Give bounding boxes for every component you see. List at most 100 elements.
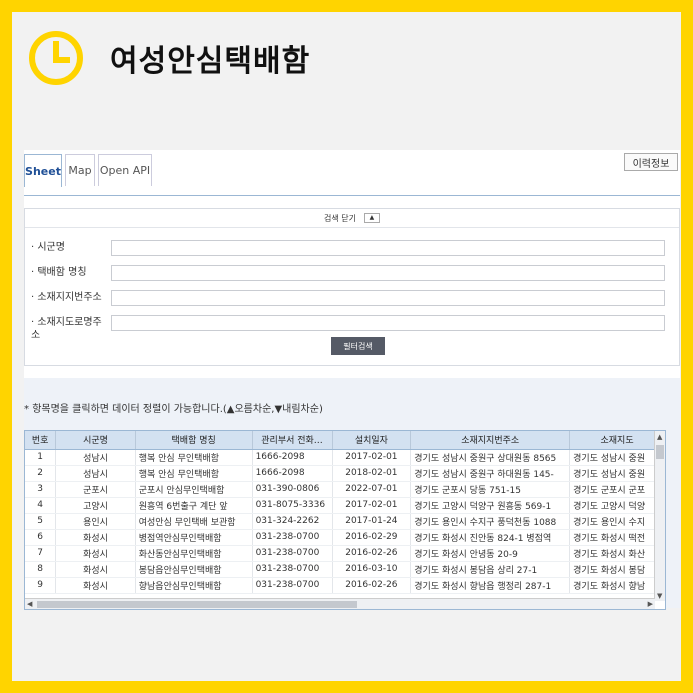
table-row[interactable]: 1 성남시 행복 안심 무인택배함 1666-2098 2017-02-01 경기도 성남… <box>25 449 665 466</box>
table-cell: 2016-03-10 <box>332 561 412 578</box>
table-cell: 031-238-0700 <box>252 561 333 578</box>
table-cell: 1 <box>25 449 57 466</box>
table-row[interactable]: 9 화성시 향남읍안심무인택배함 031-238-0700 2016-02-26 경기도 … <box>25 577 665 594</box>
data-table: 번호 시군명 택배함 명칭 관리부서 전화… 설치일자 소재지지번주소 소재지도… <box>25 431 665 594</box>
tab-bar: Sheet Map Open API 이력정보 <box>24 150 680 196</box>
lot-address-input[interactable] <box>111 290 665 306</box>
column-header[interactable]: 택배함 명칭 <box>135 431 253 450</box>
table-cell: 031-238-0700 <box>252 545 333 562</box>
field-row-city: · 시군명 <box>31 241 106 254</box>
table-cell: 2017-02-01 <box>332 449 412 466</box>
tab-open-api[interactable]: Open API <box>98 154 152 186</box>
column-header[interactable]: 소재지지번주소 <box>410 431 571 450</box>
table-cell: 원흥역 6번출구 계단 앞 <box>135 497 253 514</box>
table-cell: 2017-01-24 <box>332 513 412 530</box>
scroll-down-icon[interactable]: ▼ <box>657 591 662 601</box>
table-cell: 경기도 화성시 떡전 <box>569 529 665 546</box>
table-cell: 행복 안심 무인택배함 <box>135 449 253 466</box>
table-cell: 경기도 화성시 안녕동 20-9 <box>410 545 571 562</box>
city-input[interactable] <box>111 240 665 256</box>
table-cell: 병점역안심무인택배함 <box>135 529 253 546</box>
table-cell: 2016-02-29 <box>332 529 412 546</box>
table-cell: 4 <box>25 497 57 514</box>
table-header-row: 번호 시군명 택배함 명칭 관리부서 전화… 설치일자 소재지지번주소 소재지도 <box>25 431 665 450</box>
table-cell: 2016-02-26 <box>332 577 412 594</box>
scroll-up-icon[interactable]: ▲ <box>657 432 662 442</box>
table-row[interactable]: 2 성남시 행복 안심 무인택배함 1666-2098 2018-02-01 경기도 성남… <box>25 465 665 482</box>
table-cell: 2018-02-01 <box>332 465 412 482</box>
table-cell: 경기도 용인시 수지구 풍덕천동 1088 <box>410 513 571 530</box>
scroll-left-icon[interactable]: ◀ <box>27 599 32 609</box>
history-button[interactable]: 이력정보 <box>624 153 678 171</box>
table-row[interactable]: 7 화성시 화산동안심무인택배함 031-238-0700 2016-02-26 경기도 … <box>25 545 665 562</box>
table-row[interactable]: 3 군포시 군포시 안심무인택배함 031-390-0806 2022-07-01 경기도… <box>25 481 665 498</box>
table-cell: 화성시 <box>55 545 136 562</box>
table-cell: 경기도 화성시 화산 <box>569 545 665 562</box>
clock-icon <box>29 31 83 85</box>
table-cell: 031-238-0700 <box>252 529 333 546</box>
field-label-lot-address: · 소재지지번주소 <box>31 292 102 303</box>
table-cell: 경기도 고양시 덕양 <box>569 497 665 514</box>
table-cell: 경기도 화성시 향남읍 행정리 287-1 <box>410 577 571 594</box>
column-header[interactable]: 소재지도 <box>569 431 665 450</box>
collapse-toggle-icon[interactable]: ▲ <box>363 213 380 223</box>
table-cell: 성남시 <box>55 465 136 482</box>
column-header[interactable]: 설치일자 <box>332 431 412 450</box>
table-cell: 경기도 성남시 중원구 상대원동 8565 <box>410 449 571 466</box>
table-cell: 군포시 <box>55 481 136 498</box>
table-cell: 7 <box>25 545 57 562</box>
field-label-road-address: · 소재지도로명주소 <box>31 317 102 341</box>
page-header: 여성안심택배함 <box>28 30 310 86</box>
table-cell: 1666-2098 <box>252 449 333 466</box>
field-label-city: · 시군명 <box>31 242 65 253</box>
data-grid: 번호 시군명 택배함 명칭 관리부서 전화… 설치일자 소재지지번주소 소재지도… <box>24 430 666 610</box>
table-cell: 경기도 성남시 중원 <box>569 465 665 482</box>
table-row[interactable]: 4 고양시 원흥역 6번출구 계단 앞 031-8075-3336 2017-02-01… <box>25 497 665 514</box>
table-cell: 경기도 고양시 덕양구 원흥동 569-1 <box>410 497 571 514</box>
field-row-road-address: · 소재지도로명주소 <box>31 316 106 342</box>
table-cell: 2 <box>25 465 57 482</box>
table-row[interactable]: 5 용인시 여성안심 무인택배 보관함 031-324-2262 2017-01-24 경… <box>25 513 665 530</box>
table-cell: 031-324-2262 <box>252 513 333 530</box>
table-cell: 경기도 성남시 중원구 하대원동 145- <box>410 465 571 482</box>
road-address-input[interactable] <box>111 315 665 331</box>
field-row-name: · 택배함 명칭 <box>31 266 106 279</box>
tab-sheet[interactable]: Sheet <box>24 154 62 187</box>
vertical-scrollbar[interactable]: ▲ ▼ <box>654 431 665 601</box>
search-header: 검색 닫기 ▲ <box>25 209 679 228</box>
horizontal-scrollbar[interactable]: ◀ ▶ <box>25 598 655 609</box>
table-cell: 화성시 <box>55 529 136 546</box>
table-cell: 031-390-0806 <box>252 481 333 498</box>
table-cell: 2016-02-26 <box>332 545 412 562</box>
results-area: * 항목명을 클릭하면 데이터 정렬이 가능합니다.(▲오름차순,▼내림차순) … <box>24 378 680 610</box>
vertical-scroll-thumb[interactable] <box>656 445 664 459</box>
search-close-label[interactable]: 검색 닫기 <box>324 213 356 224</box>
column-header[interactable]: 관리부서 전화… <box>252 431 333 450</box>
table-cell: 성남시 <box>55 449 136 466</box>
sort-hint: * 항목명을 클릭하면 데이터 정렬이 가능합니다.(▲오름차순,▼내림차순) <box>24 404 323 415</box>
table-row[interactable]: 8 화성시 봉담읍안심무인택배함 031-238-0700 2016-03-10 경기도 … <box>25 561 665 578</box>
table-cell: 5 <box>25 513 57 530</box>
scroll-right-icon[interactable]: ▶ <box>648 599 653 609</box>
column-header[interactable]: 시군명 <box>55 431 136 450</box>
table-cell: 행복 안심 무인택배함 <box>135 465 253 482</box>
table-cell: 경기도 화성시 봉담 <box>569 561 665 578</box>
table-cell: 여성안심 무인택배 보관함 <box>135 513 253 530</box>
page-title: 여성안심택배함 <box>110 44 311 79</box>
table-cell: 8 <box>25 561 57 578</box>
content-frame: 여성안심택배함 Sheet Map Open API 이력정보 검색 닫기 ▲ … <box>12 12 681 681</box>
horizontal-scroll-thumb[interactable] <box>37 601 357 608</box>
name-input[interactable] <box>111 265 665 281</box>
table-cell: 6 <box>25 529 57 546</box>
column-header[interactable]: 번호 <box>25 431 57 450</box>
table-row[interactable]: 6 화성시 병점역안심무인택배함 031-238-0700 2016-02-29 경기도 … <box>25 529 665 546</box>
table-cell: 화산동안심무인택배함 <box>135 545 253 562</box>
table-cell: 경기도 성남시 중원 <box>569 449 665 466</box>
table-cell: 고양시 <box>55 497 136 514</box>
table-cell: 경기도 군포시 당동 751-15 <box>410 481 571 498</box>
table-cell: 2022-07-01 <box>332 481 412 498</box>
filter-search-button[interactable]: 필터검색 <box>331 337 385 355</box>
table-cell: 3 <box>25 481 57 498</box>
table-cell: 1666-2098 <box>252 465 333 482</box>
tab-map[interactable]: Map <box>65 154 95 186</box>
